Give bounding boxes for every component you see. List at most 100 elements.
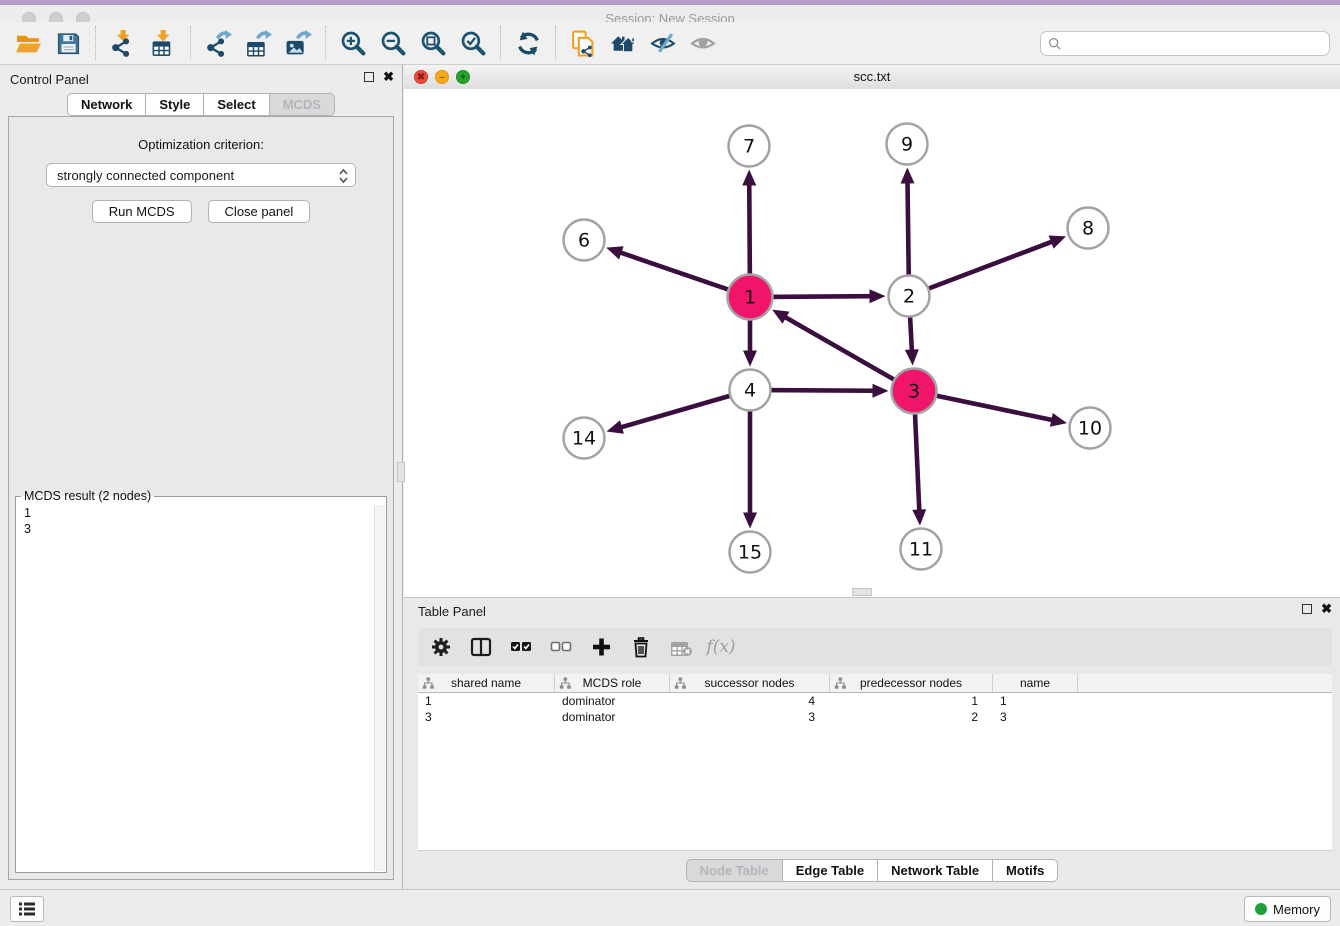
table-header-row: shared nameMCDS role successor nodes prede… <box>418 674 1332 693</box>
table-tabs: Node TableEdge TableNetwork TableMotifs <box>404 859 1340 882</box>
list-icon <box>18 901 36 917</box>
memory-status-dot <box>1255 903 1267 915</box>
open-session-button[interactable] <box>8 25 48 61</box>
zoom-in-button[interactable] <box>333 25 373 61</box>
memory-label: Memory <box>1273 902 1320 917</box>
tab-motifs[interactable]: Motifs <box>992 859 1058 882</box>
tab-network[interactable]: Network <box>67 93 146 116</box>
table-panel-header: Table Panel ✖ <box>404 598 1340 624</box>
zoom-selected-icon <box>460 30 487 57</box>
import-network-button[interactable] <box>103 25 143 61</box>
graph-node-label: 15 <box>738 542 762 564</box>
export-network-button[interactable] <box>198 25 238 61</box>
run-mcds-button[interactable]: Run MCDS <box>92 200 192 223</box>
edge-arrowhead <box>905 349 919 365</box>
tab-edge-table[interactable]: Edge Table <box>782 859 878 882</box>
select-all-button[interactable] <box>506 632 536 662</box>
gear-button[interactable] <box>426 632 456 662</box>
toolbar-separator <box>190 26 191 60</box>
table-cell[interactable]: 3 <box>670 709 830 725</box>
close-table-panel-icon[interactable]: ✖ <box>1321 604 1332 614</box>
zoom-selected-button[interactable] <box>453 25 493 61</box>
memory-button[interactable]: Memory <box>1244 896 1331 922</box>
export-table-button[interactable] <box>238 25 278 61</box>
table-row[interactable]: 1dominator411 <box>418 693 1332 709</box>
hierarchy-icon <box>422 677 434 692</box>
zoom-fit-button[interactable] <box>413 25 453 61</box>
table-cell[interactable]: 3 <box>993 709 1078 725</box>
close-panel-icon[interactable]: ✖ <box>383 72 394 82</box>
mcds-result-title: MCDS result (2 nodes) <box>21 489 154 503</box>
horizontal-split-handle[interactable] <box>852 588 872 596</box>
split-columns-icon <box>470 636 492 658</box>
delete-table-icon <box>670 636 692 658</box>
control-panel-header: Control Panel ✖ <box>0 65 402 93</box>
mcds-result-list[interactable]: 13 <box>17 505 385 871</box>
edge-2-8[interactable] <box>909 241 1053 296</box>
network-graph[interactable]: 7968124314101511 <box>404 89 1340 597</box>
status-bar: Memory <box>0 889 1340 926</box>
table-cell[interactable]: 1 <box>418 693 555 709</box>
clone-network-button[interactable] <box>563 25 603 61</box>
table-row[interactable]: 3dominator323 <box>418 709 1332 725</box>
table-cell[interactable]: 3 <box>418 709 555 725</box>
tab-node-table[interactable]: Node Table <box>686 859 783 882</box>
vertical-split-handle[interactable] <box>397 462 405 482</box>
tab-style[interactable]: Style <box>145 93 204 116</box>
network-view-titlebar: ✖ – + scc.txt <box>404 65 1340 90</box>
column-header-successor-nodes[interactable]: successor nodes <box>670 674 830 692</box>
tab-select[interactable]: Select <box>203 93 269 116</box>
criterion-select[interactable]: strongly connected component <box>46 163 356 187</box>
import-table-button[interactable] <box>143 25 183 61</box>
column-header-mcds-role[interactable]: MCDS role <box>555 674 670 692</box>
table-cell[interactable]: dominator <box>555 693 670 709</box>
deselect-all-button[interactable] <box>546 632 576 662</box>
select-all-icon <box>510 636 532 658</box>
hide-selected-button[interactable] <box>643 25 683 61</box>
hierarchy-icon <box>834 677 846 692</box>
task-history-button[interactable] <box>10 896 44 922</box>
edge-arrowhead <box>1050 413 1067 427</box>
graph-node-label: 4 <box>744 380 756 402</box>
export-image-button[interactable] <box>278 25 318 61</box>
table-toolbar: f(x) <box>418 628 1332 666</box>
edge-arrowhead <box>901 167 915 183</box>
export-image-icon <box>285 30 312 57</box>
zoom-out-button[interactable] <box>373 25 413 61</box>
column-header-shared-name[interactable]: shared name <box>418 674 555 692</box>
close-panel-button[interactable]: Close panel <box>208 200 311 223</box>
table-cell[interactable]: 4 <box>670 693 830 709</box>
column-header-predecessor-nodes[interactable]: predecessor nodes <box>830 674 993 692</box>
split-columns-button[interactable] <box>466 632 496 662</box>
column-label: successor nodes <box>704 676 794 690</box>
column-header-name[interactable]: name <box>993 674 1078 692</box>
add-row-button[interactable] <box>586 632 616 662</box>
open-session-icon <box>15 30 42 57</box>
export-table-icon <box>245 30 272 57</box>
search-icon <box>1048 37 1062 51</box>
search-input[interactable] <box>1062 35 1329 52</box>
table-cell[interactable]: 2 <box>830 709 993 725</box>
tab-mcds[interactable]: MCDS <box>269 93 335 116</box>
hierarchy-icon <box>674 677 686 692</box>
hide-selected-icon <box>650 30 677 57</box>
first-neighbors-icon <box>610 30 637 57</box>
table-cell[interactable]: 1 <box>993 693 1078 709</box>
delete-row-button[interactable] <box>626 632 656 662</box>
float-panel-icon[interactable] <box>364 72 374 82</box>
control-panel-tabs: NetworkStyleSelectMCDS <box>0 93 402 116</box>
tab-network-table[interactable]: Network Table <box>877 859 993 882</box>
first-neighbors-button[interactable] <box>603 25 643 61</box>
graph-node-label: 9 <box>901 134 913 156</box>
network-canvas[interactable]: 7968124314101511 <box>404 89 1340 597</box>
table-cell[interactable]: dominator <box>555 709 670 725</box>
toolbar-separator <box>325 26 326 60</box>
float-table-panel-icon[interactable] <box>1302 604 1312 614</box>
search-box[interactable] <box>1040 31 1330 56</box>
table-cell[interactable]: 1 <box>830 693 993 709</box>
refresh-button[interactable] <box>508 25 548 61</box>
mcds-result-scrollbar[interactable] <box>374 505 385 871</box>
graph-node-label: 14 <box>572 428 596 450</box>
save-session-button[interactable] <box>48 25 88 61</box>
save-session-icon <box>55 30 82 57</box>
